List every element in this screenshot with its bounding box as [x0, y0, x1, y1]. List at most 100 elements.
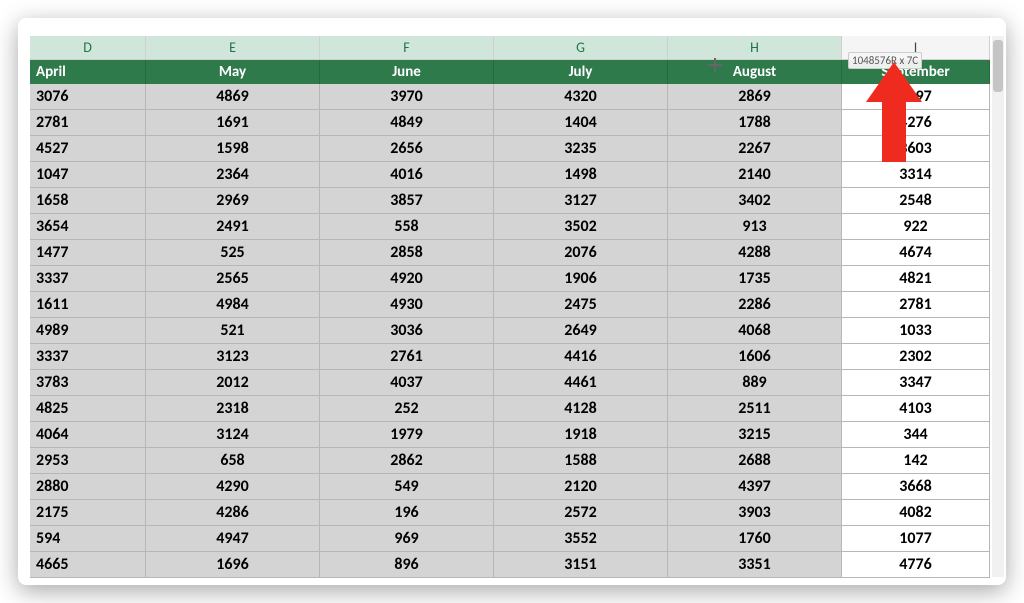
cell[interactable]: 3036 — [320, 318, 494, 344]
cell[interactable]: 1477 — [30, 240, 146, 266]
cell[interactable]: 3857 — [320, 188, 494, 214]
column-header-e[interactable]: E — [146, 36, 320, 59]
cell[interactable]: 4288 — [668, 240, 842, 266]
month-header-april[interactable]: April — [30, 60, 146, 84]
cell[interactable]: 2120 — [494, 474, 668, 500]
cell[interactable]: 1606 — [668, 344, 842, 370]
cell[interactable]: 3502 — [494, 214, 668, 240]
cell[interactable]: 4989 — [30, 318, 146, 344]
cell[interactable]: 558 — [320, 214, 494, 240]
table-row[interactable]: 104723644016149821403314 — [30, 162, 990, 188]
cell[interactable]: 3235 — [494, 136, 668, 162]
cell[interactable]: 2969 — [146, 188, 320, 214]
cell[interactable]: 3151 — [494, 552, 668, 578]
cell[interactable]: 3970 — [320, 84, 494, 110]
cell[interactable]: 521 — [146, 318, 320, 344]
table-row[interactable]: 14775252858207642884674 — [30, 240, 990, 266]
cell[interactable]: 4290 — [146, 474, 320, 500]
cell[interactable]: 2491 — [146, 214, 320, 240]
cell[interactable]: 2781 — [30, 110, 146, 136]
table-row[interactable]: 49895213036264940681033 — [30, 318, 990, 344]
cell[interactable]: 2140 — [668, 162, 842, 188]
cell[interactable]: 2364 — [146, 162, 320, 188]
table-row[interactable]: 21754286196257239034082 — [30, 500, 990, 526]
cell[interactable]: 1598 — [146, 136, 320, 162]
cell[interactable]: 1077 — [842, 526, 990, 552]
cell[interactable]: 3603 — [842, 136, 990, 162]
column-header-f[interactable]: F — [320, 36, 494, 59]
cell[interactable]: 1788 — [668, 110, 842, 136]
month-header-june[interactable]: June — [320, 60, 494, 84]
cell[interactable]: 1498 — [494, 162, 668, 188]
cell[interactable]: 4416 — [494, 344, 668, 370]
table-row[interactable]: 40643124197919183215344 — [30, 422, 990, 448]
cell[interactable]: 2511 — [668, 396, 842, 422]
cell[interactable]: 1760 — [668, 526, 842, 552]
cell[interactable]: 3123 — [146, 344, 320, 370]
cell[interactable]: 4947 — [146, 526, 320, 552]
cell[interactable]: 2012 — [146, 370, 320, 396]
cell[interactable]: 4068 — [668, 318, 842, 344]
month-header-july[interactable]: July — [494, 60, 668, 84]
cell[interactable]: 3668 — [842, 474, 990, 500]
cell[interactable]: 3215 — [668, 422, 842, 448]
cell[interactable]: 1588 — [494, 448, 668, 474]
cell[interactable]: 3552 — [494, 526, 668, 552]
cell[interactable]: 3124 — [146, 422, 320, 448]
cell[interactable]: 4276 — [842, 110, 990, 136]
cell[interactable]: 3351 — [668, 552, 842, 578]
cell[interactable]: 1735 — [668, 266, 842, 292]
cell[interactable]: 1658 — [30, 188, 146, 214]
column-header-d[interactable]: D — [30, 36, 146, 59]
cell[interactable]: 3654 — [30, 214, 146, 240]
cell[interactable]: 2869 — [668, 84, 842, 110]
cell[interactable]: 2649 — [494, 318, 668, 344]
cell[interactable]: 1611 — [30, 292, 146, 318]
cell[interactable]: 4103 — [842, 396, 990, 422]
cell[interactable]: 2286 — [668, 292, 842, 318]
table-row[interactable]: 365424915583502913922 — [30, 214, 990, 240]
cell[interactable]: 2175 — [30, 500, 146, 526]
cell[interactable]: 2953 — [30, 448, 146, 474]
cell[interactable]: 969 — [320, 526, 494, 552]
cell[interactable]: 3903 — [668, 500, 842, 526]
cell[interactable]: 4665 — [30, 552, 146, 578]
cell[interactable]: 2097 — [842, 84, 990, 110]
cell[interactable]: 344 — [842, 422, 990, 448]
cell[interactable]: 196 — [320, 500, 494, 526]
cell[interactable]: 658 — [146, 448, 320, 474]
cell[interactable]: 2688 — [668, 448, 842, 474]
table-row[interactable]: 48252318252412825114103 — [30, 396, 990, 422]
cell[interactable]: 4776 — [842, 552, 990, 578]
table-row[interactable]: 161149844930247522862781 — [30, 292, 990, 318]
cell[interactable]: 2565 — [146, 266, 320, 292]
table-row[interactable]: 278116914849140417884276 — [30, 110, 990, 136]
cell[interactable]: 4984 — [146, 292, 320, 318]
cell[interactable]: 4016 — [320, 162, 494, 188]
cell[interactable]: 2858 — [320, 240, 494, 266]
table-row[interactable]: 28804290549212043973668 — [30, 474, 990, 500]
cell[interactable]: 4920 — [320, 266, 494, 292]
cell[interactable]: 2572 — [494, 500, 668, 526]
cell[interactable]: 4082 — [842, 500, 990, 526]
scrollbar-thumb[interactable] — [993, 40, 1003, 92]
cell[interactable]: 1404 — [494, 110, 668, 136]
cell[interactable]: 2475 — [494, 292, 668, 318]
cell[interactable]: 252 — [320, 396, 494, 422]
cell[interactable]: 3402 — [668, 188, 842, 214]
cell[interactable]: 3314 — [842, 162, 990, 188]
cell[interactable]: 2880 — [30, 474, 146, 500]
cell[interactable]: 142 — [842, 448, 990, 474]
cell[interactable]: 4849 — [320, 110, 494, 136]
cell[interactable]: 3347 — [842, 370, 990, 396]
cell[interactable]: 594 — [30, 526, 146, 552]
cell[interactable]: 1696 — [146, 552, 320, 578]
cell[interactable]: 4397 — [668, 474, 842, 500]
month-header-may[interactable]: May — [146, 60, 320, 84]
cell[interactable]: 2862 — [320, 448, 494, 474]
table-row[interactable]: 2953658286215882688142 — [30, 448, 990, 474]
cell[interactable]: 913 — [668, 214, 842, 240]
cell[interactable]: 896 — [320, 552, 494, 578]
cell[interactable]: 549 — [320, 474, 494, 500]
cell[interactable]: 2656 — [320, 136, 494, 162]
